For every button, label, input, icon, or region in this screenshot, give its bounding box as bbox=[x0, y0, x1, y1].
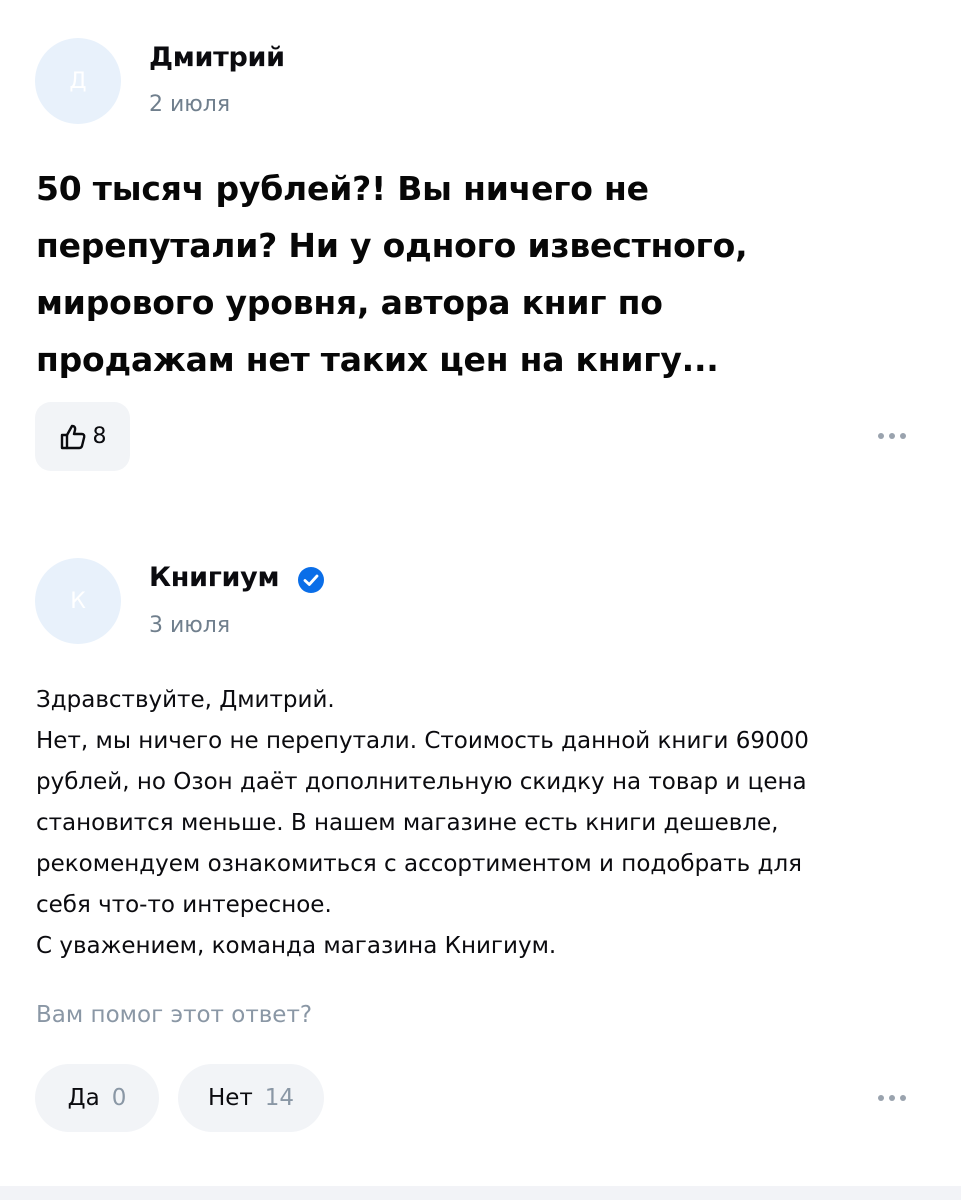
reply-text-line: себя что-то интересное. bbox=[36, 892, 332, 918]
reply-text-line: С уважением, команда магазина Книгиум. bbox=[36, 933, 557, 959]
review-date: 2 июля bbox=[149, 92, 231, 117]
more-dot bbox=[900, 433, 906, 439]
reviews-card: Д Дмитрий 2 июля 50 тысяч рублей?! Вы ни… bbox=[0, 0, 961, 1186]
reply-text-line: рекомендуем ознакомиться с ассортиментом… bbox=[36, 851, 802, 877]
more-dot bbox=[889, 433, 895, 439]
like-button[interactable]: 8 bbox=[35, 402, 130, 471]
review-text-line: перепутали? Ни у одного известного, bbox=[36, 226, 748, 265]
reply-text-line: рублей, но Озон даёт дополнительную скид… bbox=[36, 769, 807, 795]
vote-yes-label: Да bbox=[67, 1085, 100, 1111]
like-count: 8 bbox=[92, 424, 107, 449]
review-text: 50 тысяч рублей?! Вы ничего не перепутал… bbox=[36, 160, 916, 388]
vote-yes-button[interactable]: Да 0 bbox=[35, 1064, 159, 1132]
review-text-line: мирового уровня, автора книг по bbox=[36, 283, 663, 322]
reply-text-line: становится меньше. В нашем магазине есть… bbox=[36, 810, 779, 836]
vote-no-label: Нет bbox=[207, 1085, 253, 1111]
reply-more-button[interactable] bbox=[870, 1086, 914, 1110]
vote-no-button[interactable]: Нет 14 bbox=[178, 1064, 324, 1132]
reply-author-name[interactable]: Книгиум bbox=[149, 562, 280, 593]
more-dot bbox=[878, 433, 884, 439]
avatar-letter: К bbox=[70, 588, 86, 614]
avatar-letter: Д bbox=[69, 68, 87, 94]
reply-text-line: Нет, мы ничего не перепутали. Стоимость … bbox=[36, 728, 809, 754]
vote-yes-count: 0 bbox=[111, 1085, 127, 1111]
reply-date: 3 июля bbox=[149, 613, 231, 638]
reply-author-avatar[interactable]: К bbox=[35, 558, 121, 644]
review-author-name[interactable]: Дмитрий bbox=[149, 42, 285, 73]
more-dot bbox=[878, 1095, 884, 1101]
reply-text-line: Здравствуйте, Дмитрий. bbox=[36, 687, 335, 713]
more-dot bbox=[889, 1095, 895, 1101]
helpful-question: Вам помог этот ответ? bbox=[36, 1002, 313, 1028]
review-text-line: продажам нет таких цен на книгу... bbox=[36, 340, 719, 379]
more-dot bbox=[900, 1095, 906, 1101]
vote-no-count: 14 bbox=[264, 1085, 295, 1111]
review-text-line: 50 тысяч рублей?! Вы ничего не bbox=[36, 169, 649, 208]
verified-check-icon bbox=[298, 567, 324, 593]
review-more-button[interactable] bbox=[870, 424, 914, 448]
thumbs-up-icon bbox=[60, 424, 85, 449]
review-author-avatar[interactable]: Д bbox=[35, 38, 121, 124]
reply-text: Здравствуйте, Дмитрий. Нет, мы ничего не… bbox=[36, 680, 936, 967]
